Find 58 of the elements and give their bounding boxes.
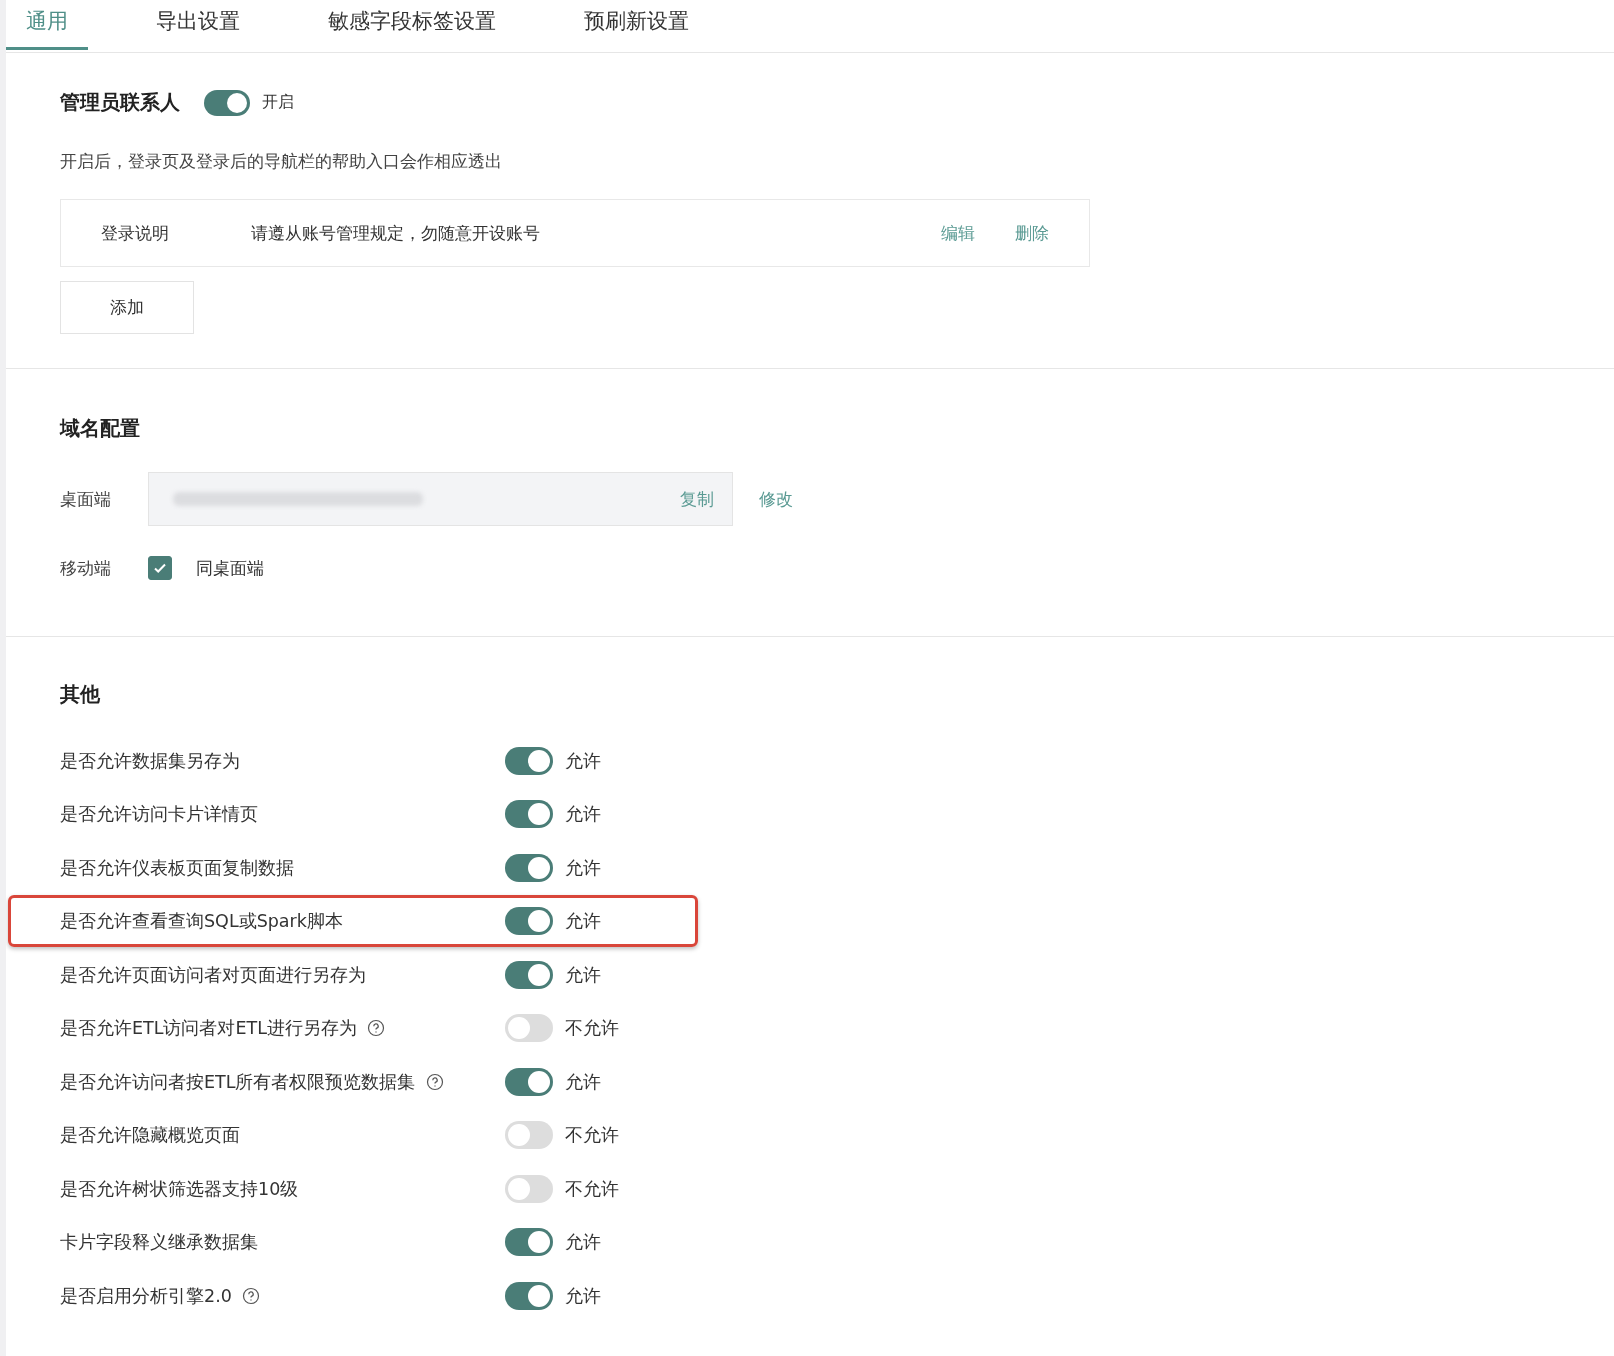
entry-name: 登录说明 bbox=[101, 221, 170, 245]
setting-label: 是否允许数据集另存为 bbox=[60, 749, 240, 773]
toggle-label: 允许 bbox=[565, 910, 601, 934]
toggle-switch[interactable] bbox=[505, 1228, 553, 1257]
entry-content: 请遵从账号管理规定，勿随意开设账号 bbox=[251, 221, 541, 245]
setting-label: 是否允许隐藏概览页面 bbox=[60, 1124, 240, 1148]
tab[interactable]: 通用 bbox=[6, 0, 88, 50]
toggle-label: 允许 bbox=[565, 963, 601, 987]
toggle-switch[interactable] bbox=[505, 746, 553, 775]
section-title: 域名配置 bbox=[60, 415, 141, 442]
toggle-switch[interactable] bbox=[505, 853, 553, 882]
toggle-label: 允许 bbox=[565, 1231, 601, 1255]
toggle-label: 开启 bbox=[262, 92, 294, 113]
setting-label: 是否允许树状筛选器支持10级 bbox=[60, 1177, 299, 1201]
add-button[interactable]: 添加 bbox=[60, 281, 194, 334]
toggle-label: 允许 bbox=[565, 856, 601, 880]
help-icon[interactable] bbox=[425, 1072, 444, 1091]
setting-label: 是否允许访问者按ETL所有者权限预览数据集 bbox=[60, 1070, 416, 1094]
setting-label: 是否允许查看查询SQL或Spark脚本 bbox=[60, 910, 343, 934]
tab[interactable]: 敏感字段标签设置 bbox=[308, 0, 516, 50]
toggle-label: 允许 bbox=[565, 803, 601, 827]
setting-label: 是否允许仪表板页面复制数据 bbox=[60, 856, 294, 880]
toggle-switch[interactable] bbox=[505, 1281, 553, 1310]
toggle-label: 允许 bbox=[565, 749, 601, 773]
description: 开启后，登录页及登录后的导航栏的帮助入口会作相应透出 bbox=[60, 150, 503, 173]
toggle-switch[interactable] bbox=[505, 960, 553, 989]
field-label: 移动端 bbox=[60, 556, 112, 580]
field-label: 桌面端 bbox=[60, 487, 112, 511]
toggle-label: 不允许 bbox=[565, 1177, 619, 1201]
toggle-label: 不允许 bbox=[565, 1124, 619, 1148]
toggle-switch[interactable] bbox=[505, 1121, 553, 1150]
setting-label: 是否允许访问卡片详情页 bbox=[60, 803, 258, 827]
copy-link[interactable]: 复制 bbox=[680, 487, 714, 511]
tab[interactable]: 预刷新设置 bbox=[564, 0, 709, 50]
setting-label: 是否启用分析引擎2.0 bbox=[60, 1284, 232, 1308]
toggle-label: 不允许 bbox=[565, 1017, 619, 1041]
tab[interactable]: 导出设置 bbox=[136, 0, 260, 50]
setting-label: 是否允许页面访问者对页面进行另存为 bbox=[60, 963, 366, 987]
section-title: 其他 bbox=[60, 681, 101, 708]
toggle-switch[interactable] bbox=[204, 89, 250, 116]
toggle-switch[interactable] bbox=[505, 1014, 553, 1043]
help-icon[interactable] bbox=[241, 1286, 260, 1305]
toggle-switch[interactable] bbox=[505, 1067, 553, 1096]
setting-label: 是否允许ETL访问者对ETL进行另存为 bbox=[60, 1017, 357, 1041]
checkbox[interactable] bbox=[148, 556, 172, 580]
help-icon[interactable] bbox=[367, 1019, 385, 1038]
action-link[interactable]: 编辑 bbox=[941, 221, 975, 245]
checkbox-label: 同桌面端 bbox=[196, 556, 264, 580]
setting-label: 卡片字段释义继承数据集 bbox=[60, 1231, 258, 1255]
toggle-label: 允许 bbox=[565, 1070, 601, 1094]
edit-link[interactable]: 修改 bbox=[759, 487, 793, 511]
section-title: 管理员联系人 bbox=[60, 89, 180, 116]
action-link[interactable]: 删除 bbox=[1015, 221, 1049, 245]
toggle-switch[interactable] bbox=[505, 907, 553, 936]
toggle-switch[interactable] bbox=[505, 800, 553, 829]
toggle-switch[interactable] bbox=[505, 1174, 553, 1203]
domain-field[interactable]: 复制 bbox=[148, 472, 733, 526]
toggle-label: 允许 bbox=[565, 1284, 601, 1308]
